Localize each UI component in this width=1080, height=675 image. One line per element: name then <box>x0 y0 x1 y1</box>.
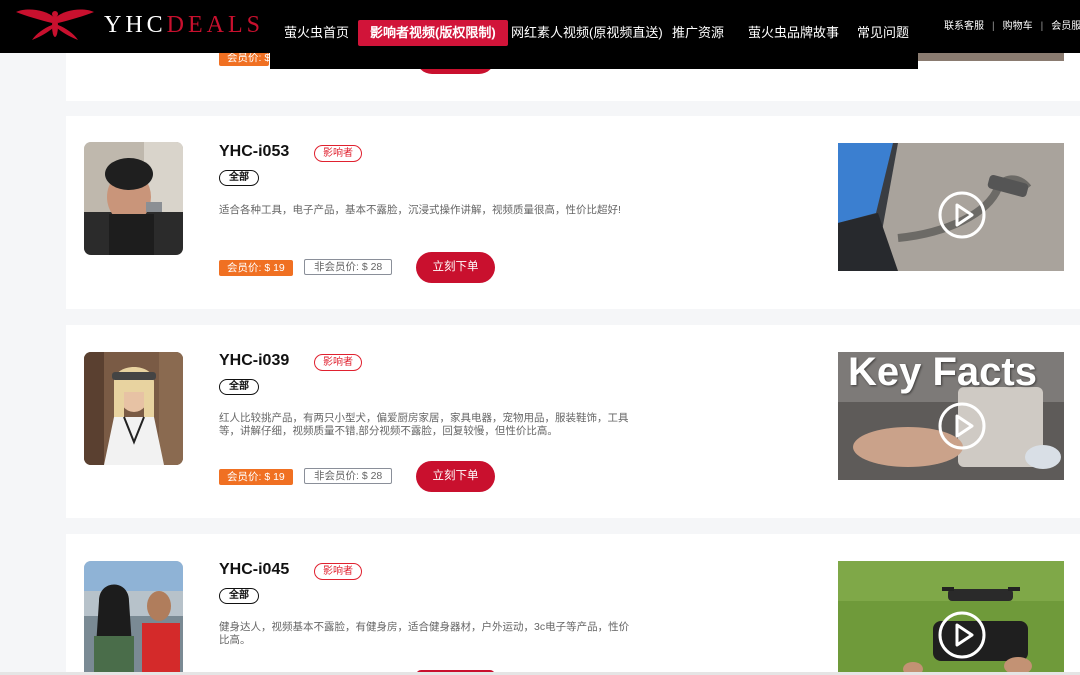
influencer-avatar[interactable] <box>84 561 183 675</box>
avatar-image <box>84 352 183 465</box>
top-navigation-bar: YHCDEALS 萤火虫首页 影响者视频(版权限制) 网红素人视频(原视频直送)… <box>0 0 1080 53</box>
influencer-avatar[interactable] <box>84 352 183 465</box>
member-price: 会员价: $ 19 <box>219 260 293 276</box>
firefly-logo-icon[interactable] <box>16 6 94 44</box>
video-thumbnail[interactable] <box>918 53 1064 61</box>
category-tag[interactable]: 全部 <box>219 379 259 395</box>
influencer-tag: 影响者 <box>314 354 362 371</box>
top-links: 联系客服|购物车|会员服务 <box>944 17 1080 32</box>
list-item: YHC-i045 影响者 全部 健身达人，视频基本不露脸，有健身房，适合健身器材… <box>66 534 1080 675</box>
influencer-description: 红人比较挑产品，有两只小型犬，偏爱厨房家居，家具电器，宠物用品，服装鞋饰，工具等… <box>219 412 629 437</box>
influencer-code: YHC-i039 <box>219 352 290 369</box>
non-member-price: 非会员价: $ 28 <box>304 259 393 275</box>
video-thumbnail[interactable] <box>838 143 1064 271</box>
influencer-tag: 影响者 <box>314 563 362 580</box>
nav-item-influencer-videos[interactable]: 影响者视频(版权限制) <box>358 20 508 46</box>
non-member-price: 非会员价: $ 28 <box>304 468 393 484</box>
list-item: YHC-i053 影响者 全部 适合各种工具，电子产品，基本不露脸，沉浸式操作讲… <box>66 116 1080 309</box>
cart-link[interactable]: 购物车 <box>1003 21 1033 32</box>
member-price: 会员价: $ 19 <box>219 469 293 485</box>
nav-item-brand-story[interactable]: 萤火虫品牌故事 <box>748 20 839 46</box>
avatar-image <box>84 142 183 255</box>
brand-name[interactable]: YHCDEALS <box>104 12 264 39</box>
category-tag[interactable]: 全部 <box>219 588 259 604</box>
order-button[interactable]: 立刻下单 <box>416 461 495 492</box>
member-service-link[interactable]: 会员服务 <box>1051 21 1080 32</box>
video-caption: Key Facts <box>848 352 1037 394</box>
play-icon[interactable] <box>937 401 987 451</box>
influencer-description: 适合各种工具，电子产品，基本不露脸，沉浸式操作讲解，视频质量很高，性价比超好! <box>219 204 621 216</box>
order-button[interactable]: 立刻下单 <box>416 252 495 283</box>
play-icon[interactable] <box>937 190 987 240</box>
influencer-code: YHC-i053 <box>219 143 290 160</box>
video-thumbnail[interactable]: Key Facts <box>838 352 1064 480</box>
play-icon[interactable] <box>937 610 987 660</box>
influencer-code: YHC-i045 <box>219 561 290 578</box>
influencer-avatar[interactable] <box>84 142 183 255</box>
brand-name-red: DEALS <box>166 12 265 38</box>
video-thumbnail[interactable] <box>838 561 1064 675</box>
contact-support-link[interactable]: 联系客服 <box>944 21 984 32</box>
nav-item-home[interactable]: 萤火虫首页 <box>284 20 349 46</box>
nav-item-creator-videos[interactable]: 网红素人视频(原视频直送) <box>511 20 663 46</box>
nav-item-faq[interactable]: 常见问题 <box>857 20 909 46</box>
influencer-tag: 影响者 <box>314 145 362 162</box>
avatar-image <box>84 561 183 675</box>
influencer-description: 健身达人，视频基本不露脸，有健身房，适合健身器材，户外运动，3c电子等产品，性价… <box>219 621 630 646</box>
dropdown-overlay <box>270 53 918 69</box>
brand-name-white: YHC <box>104 12 167 38</box>
list-item: YHC-i039 影响者 全部 红人比较挑产品，有两只小型犬，偏爱厨房家居，家具… <box>66 325 1080 518</box>
nav-item-promotion[interactable]: 推广资源 <box>672 20 724 46</box>
category-tag[interactable]: 全部 <box>219 170 259 186</box>
